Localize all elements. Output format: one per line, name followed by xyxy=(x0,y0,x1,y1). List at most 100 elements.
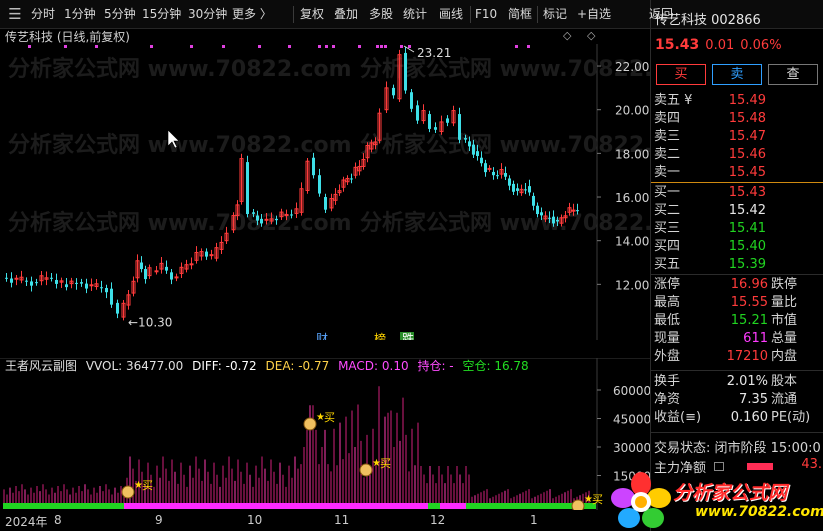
toolbar-item[interactable]: 简框 xyxy=(508,0,532,29)
candle-body xyxy=(89,284,94,287)
stat-label-right: 跌停 xyxy=(771,277,798,292)
stat-label-right: 股本 xyxy=(771,374,798,389)
menu-icon[interactable]: ☰ xyxy=(4,0,26,29)
stat-value: 17210 xyxy=(726,349,768,364)
bid-row[interactable]: 买二 15.42 xyxy=(651,202,823,220)
candle-body xyxy=(552,216,555,224)
candle-body xyxy=(170,272,173,280)
logo-url: www.70822.com xyxy=(695,504,823,520)
stat-value: 7.35 xyxy=(739,392,768,407)
event-marker[interactable]: 榜 xyxy=(374,331,386,340)
money-bag-icon xyxy=(303,417,317,431)
candlestick-chart[interactable]: 分析家公式网 www.70822.com 分析家公式网 www.70822.com… xyxy=(0,44,650,340)
stat-value: 0.160 xyxy=(730,410,768,425)
candle-body xyxy=(140,262,143,270)
toolbar-item[interactable]: F10 xyxy=(475,0,497,29)
event-marker[interactable]: 跌 xyxy=(400,331,414,340)
candle-body xyxy=(468,141,471,147)
candle-body xyxy=(416,105,419,121)
toolbar-item[interactable]: 5分钟 xyxy=(104,0,136,29)
toolbar-item[interactable]: 叠加 xyxy=(334,0,358,29)
toolbar-item[interactable]: 画线 xyxy=(439,0,463,29)
bid-row[interactable]: 买一 15.43 xyxy=(651,184,823,202)
order-book-divider xyxy=(651,182,823,183)
candle-body xyxy=(516,188,519,191)
time-axis-label: 9 xyxy=(155,513,163,527)
watermark-text: 分析家公式网 www.70822.com xyxy=(8,132,352,158)
candle-body xyxy=(209,254,214,257)
toolbar-separator xyxy=(537,6,538,23)
toolbar-item[interactable]: 30分钟 xyxy=(188,0,227,29)
query-button[interactable]: 查 xyxy=(768,64,818,85)
candle-body xyxy=(484,163,487,173)
stat-value: 611 xyxy=(743,331,768,346)
candle-body xyxy=(5,277,8,279)
candle-body xyxy=(85,283,88,289)
price-tick-label: 12.00 xyxy=(615,278,649,292)
bid-label: 买二 xyxy=(654,203,681,218)
buy-signal-label: 买 xyxy=(380,457,391,470)
event-marker[interactable]: 财 xyxy=(316,332,328,340)
price-change: 0.01 xyxy=(705,38,735,53)
candle-body xyxy=(110,288,113,305)
price-tick-label: 14.00 xyxy=(615,235,649,249)
buy-button[interactable]: 买 xyxy=(656,64,706,85)
toolbar-item[interactable]: 复权 xyxy=(300,0,324,29)
watermark-text: 分析家公式网 www.70822.com xyxy=(8,210,352,236)
low-price-label: ←10.30 xyxy=(128,315,172,329)
ask-row[interactable]: 卖二 15.46 xyxy=(651,146,823,164)
event-marker-label: 榜 xyxy=(374,331,386,340)
toolbar-item[interactable]: 多股 xyxy=(369,0,393,29)
candle-body xyxy=(264,218,269,221)
candle-body xyxy=(189,263,194,266)
time-axis-label: 11 xyxy=(334,513,350,527)
candle-body xyxy=(532,195,535,206)
toolbar-item[interactable]: 标记 xyxy=(543,0,567,29)
candle-body xyxy=(428,114,431,129)
ask-row[interactable]: 卖五 ¥ 15.49 xyxy=(651,92,823,110)
time-axis: 2024年 8 9 10 11 12 1 xyxy=(0,510,650,531)
candle-body xyxy=(464,138,467,140)
signal-dot xyxy=(64,45,67,48)
chart-controls[interactable]: ◇ ◇ xyxy=(563,29,601,42)
main-flow-value: 43. xyxy=(801,457,822,472)
stat-value: 15.21 xyxy=(730,313,768,328)
price-tick-label: 16.00 xyxy=(615,191,649,205)
toolbar-item[interactable]: 分时 xyxy=(31,0,55,29)
stat-row: 收益(≡) 0.160 PE(动) xyxy=(651,409,823,427)
candle-body xyxy=(458,114,461,140)
toolbar-item[interactable]: 15分钟 xyxy=(142,0,181,29)
stat-label: 最低 xyxy=(654,313,681,328)
price-tick-label: 20.00 xyxy=(615,104,649,118)
candle-body xyxy=(290,214,293,216)
toolbar-item[interactable]: +自选 xyxy=(577,0,611,29)
watermark-text: 分析家公式网 www.70822.com xyxy=(360,132,650,158)
bid-row[interactable]: 买四 15.40 xyxy=(651,238,823,256)
high-price-label: 23.21 xyxy=(417,46,451,60)
candle-body xyxy=(100,287,103,289)
sell-button[interactable]: 卖 xyxy=(712,64,762,85)
toolbar-item[interactable]: 1分钟 xyxy=(64,0,96,29)
candle-body xyxy=(75,282,78,284)
candle-body xyxy=(25,280,28,282)
candle-body xyxy=(556,219,559,222)
toolbar-item[interactable]: 统计 xyxy=(403,0,427,29)
bid-row[interactable]: 买五 15.39 xyxy=(651,256,823,274)
candle-body xyxy=(324,197,327,210)
ask-row[interactable]: 卖三 15.47 xyxy=(651,128,823,146)
bid-row[interactable]: 买三 15.41 xyxy=(651,220,823,238)
candle-body xyxy=(174,276,179,279)
candle-body xyxy=(540,212,543,216)
ask-row[interactable]: 卖四 15.48 xyxy=(651,110,823,128)
ask-row[interactable]: 卖一 15.45 xyxy=(651,164,823,182)
volume-indicator-chart[interactable]: 60000450003000015000★ 买★ 买★ 买★ 买 xyxy=(0,358,650,510)
candle-body xyxy=(246,162,249,215)
trade-status: 交易状态: 闭市阶段 15:00:0 xyxy=(654,441,821,456)
candle-body xyxy=(504,173,507,177)
money-bag-icon xyxy=(121,485,135,499)
candle-body xyxy=(205,251,208,257)
candle-body xyxy=(536,205,539,215)
toolbar-item[interactable]: 更多 〉 xyxy=(232,0,272,29)
stat-label: 涨停 xyxy=(654,277,681,292)
ask-label: 卖一 xyxy=(654,165,681,180)
